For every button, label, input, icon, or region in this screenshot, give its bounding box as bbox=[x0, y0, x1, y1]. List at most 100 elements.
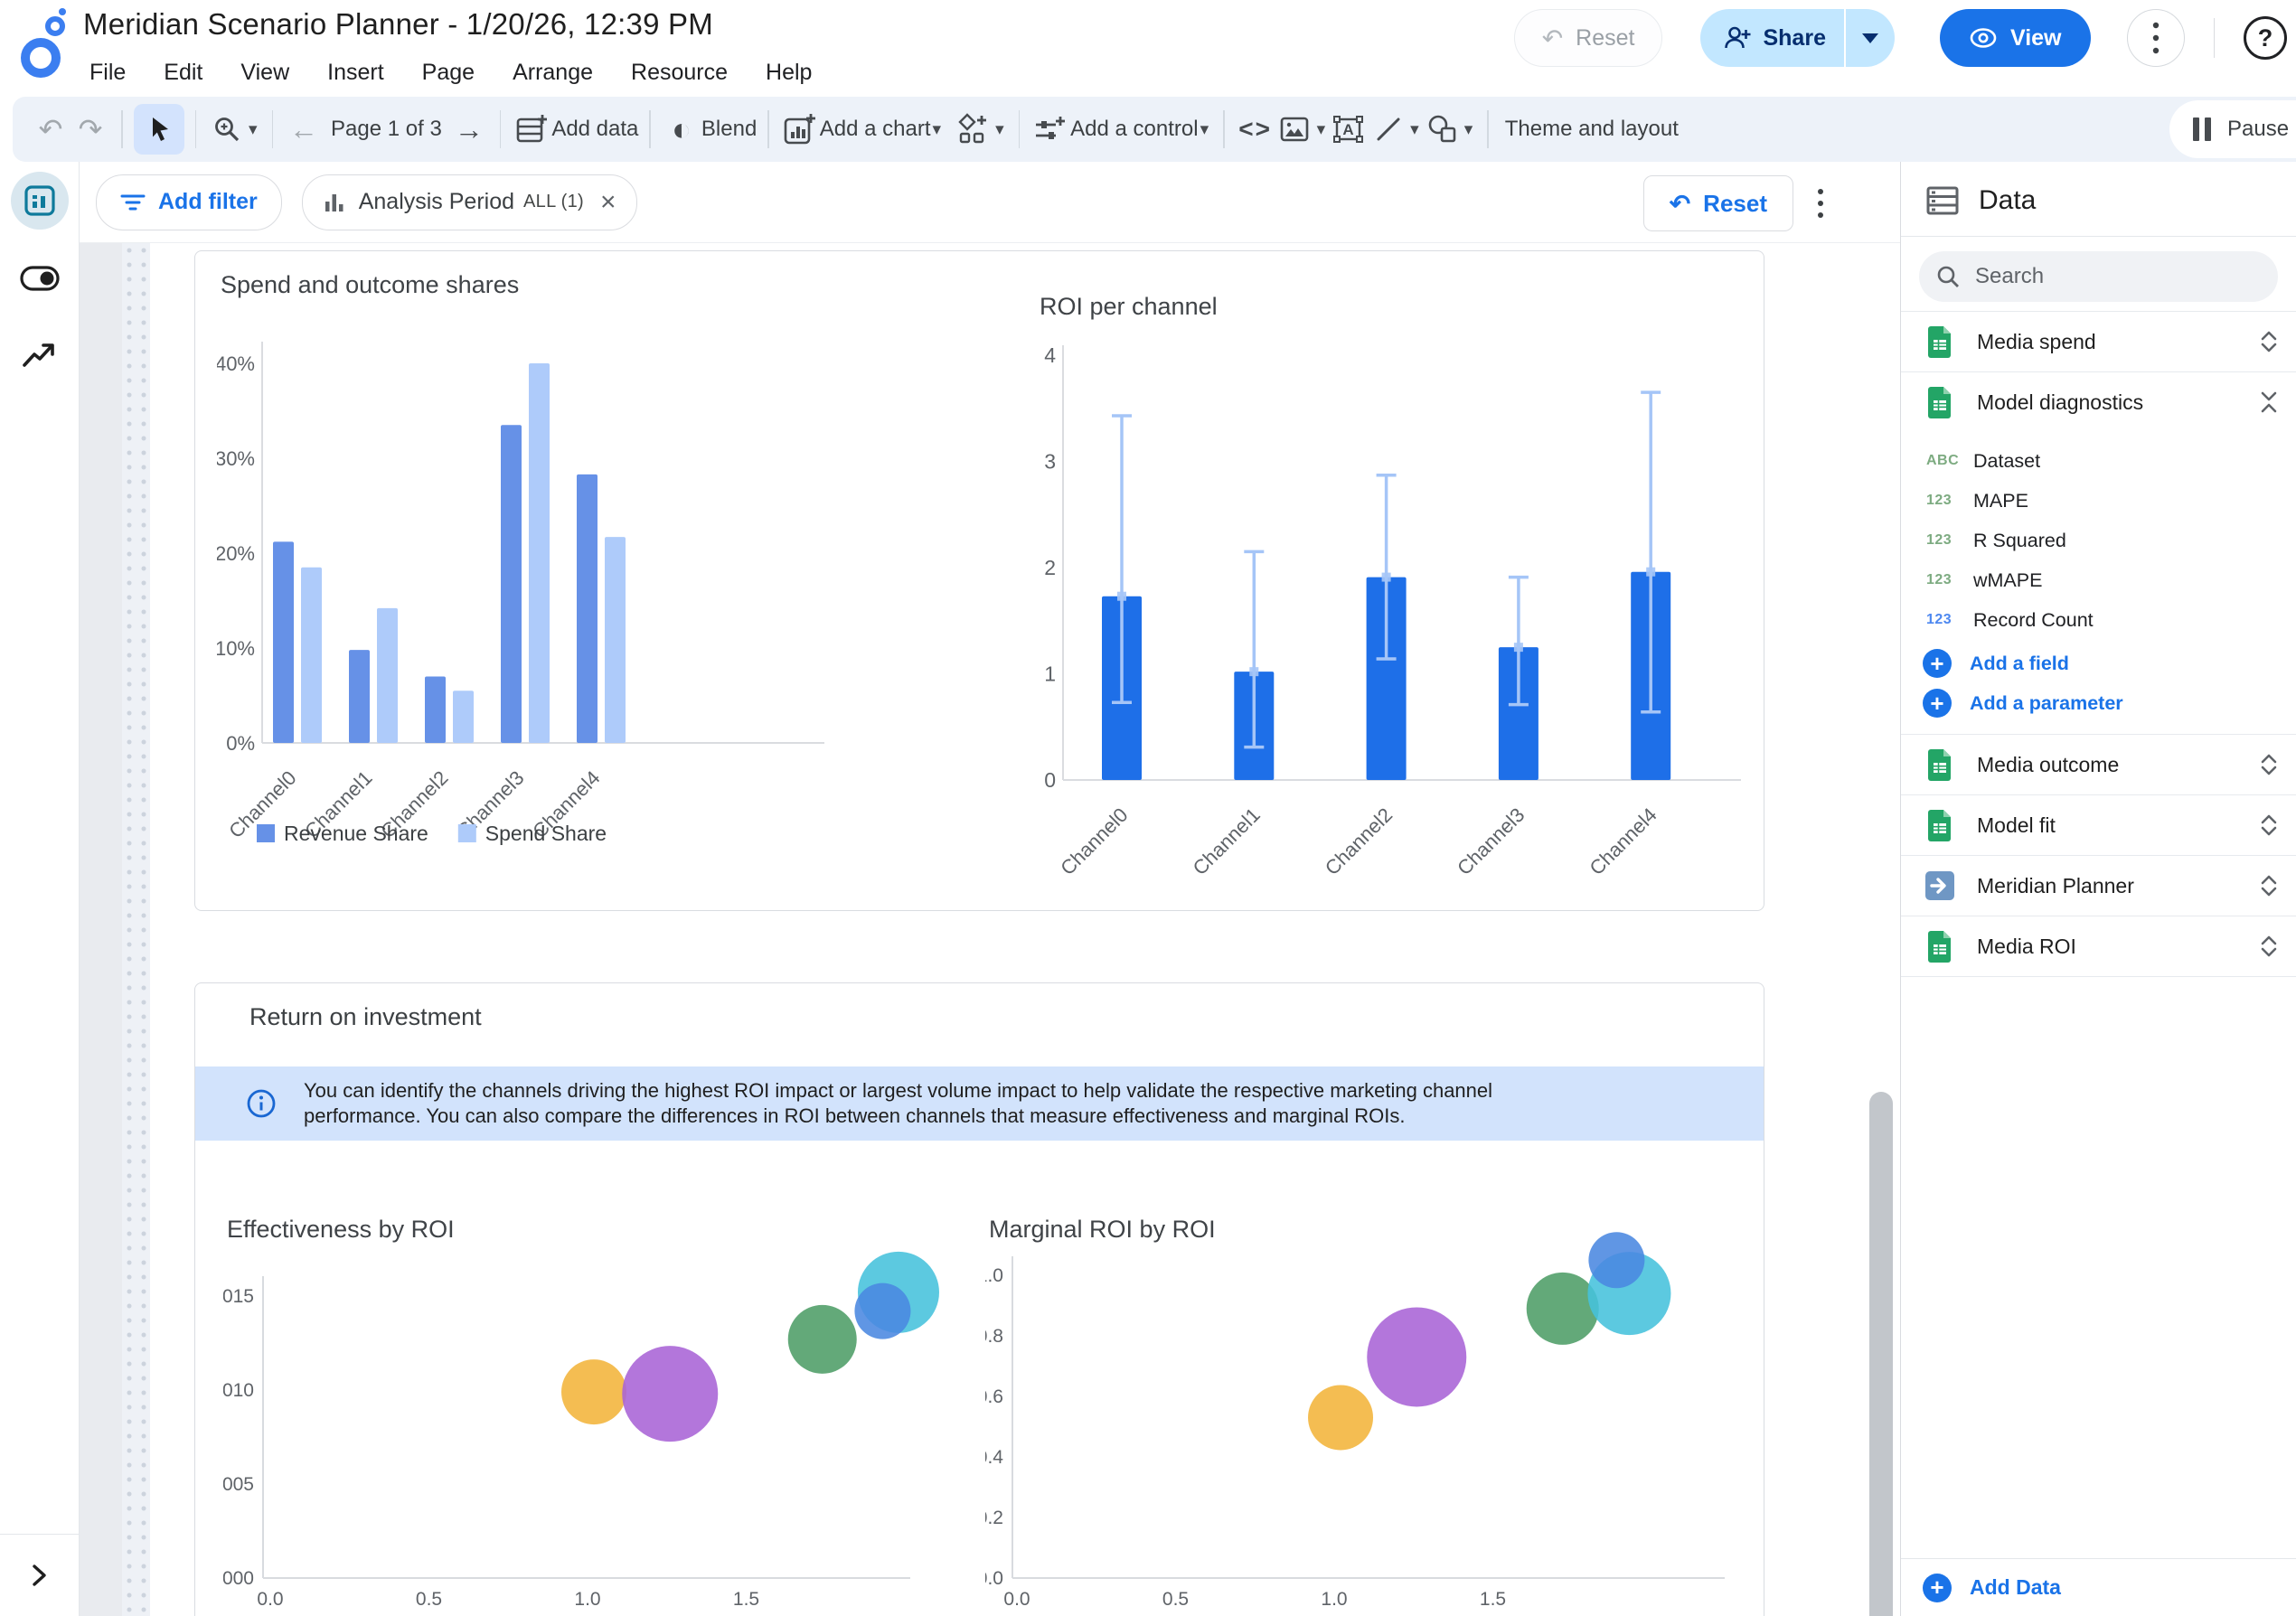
report-title[interactable]: Meridian Scenario Planner - 1/20/26, 12:… bbox=[83, 7, 831, 42]
sort-chevrons-icon[interactable] bbox=[2260, 327, 2278, 356]
menu-item-help[interactable]: Help bbox=[747, 54, 831, 91]
zoom-tool-button[interactable] bbox=[207, 104, 247, 155]
sort-chevrons-icon[interactable] bbox=[2260, 932, 2278, 961]
blend-button[interactable]: Blend bbox=[701, 117, 757, 142]
add-control-icon[interactable] bbox=[1030, 104, 1070, 155]
community-viz-icon[interactable] bbox=[954, 104, 993, 155]
community-viz-caret-icon[interactable]: ▾ bbox=[995, 119, 1004, 140]
bubble-4[interactable] bbox=[1588, 1232, 1644, 1288]
bubble-2[interactable] bbox=[1527, 1273, 1599, 1345]
data-source-meridian-planner[interactable]: Meridian Planner bbox=[1901, 855, 2296, 916]
line-caret-icon[interactable]: ▾ bbox=[1410, 119, 1419, 140]
chart-spend-outcome-shares[interactable]: Spend and outcome shares0%10%20%30%40%Ch… bbox=[217, 266, 850, 885]
data-source-media-outcome[interactable]: Media outcome bbox=[1901, 734, 2296, 794]
page-indicator[interactable]: Page 1 of 3 bbox=[331, 117, 442, 142]
bubble-4[interactable] bbox=[854, 1283, 910, 1339]
bar-Channel3-1[interactable] bbox=[529, 363, 550, 743]
rail-expand-button[interactable] bbox=[0, 1534, 80, 1616]
field-mape[interactable]: 123MAPE bbox=[1901, 481, 2296, 521]
data-source-model-fit[interactable]: Model fit bbox=[1901, 794, 2296, 855]
chart-marginal-roi-by-roi[interactable]: Marginal ROI by ROI0.00.20.40.60.81.00.0… bbox=[985, 1206, 1754, 1616]
bubble-0[interactable] bbox=[561, 1359, 626, 1424]
theme-layout-button[interactable]: Theme and layout bbox=[1505, 117, 1679, 142]
text-box-icon[interactable]: A bbox=[1329, 104, 1369, 155]
field-dataset[interactable]: ABCDataset bbox=[1901, 441, 2296, 481]
image-caret-icon[interactable]: ▾ bbox=[1317, 119, 1326, 140]
menu-item-view[interactable]: View bbox=[221, 54, 308, 91]
line-tool-icon[interactable] bbox=[1369, 104, 1408, 155]
help-button[interactable]: ? bbox=[2244, 16, 2287, 60]
next-page-button[interactable]: → bbox=[449, 104, 489, 155]
share-button[interactable]: Share bbox=[1700, 9, 1894, 67]
rail-trends-tab[interactable] bbox=[0, 317, 80, 395]
rail-controls-tab[interactable] bbox=[0, 240, 80, 317]
analysis-period-chip[interactable]: Analysis Period ALL (1) × bbox=[302, 174, 637, 230]
report-canvas[interactable]: Spend and outcome shares0%10%20%30%40%Ch… bbox=[80, 243, 1900, 1616]
undo-button[interactable]: ↶ bbox=[31, 104, 71, 155]
select-tool-button[interactable] bbox=[134, 104, 184, 155]
data-search-box[interactable] bbox=[1919, 251, 2278, 302]
sort-chevrons-icon[interactable] bbox=[2260, 871, 2278, 900]
share-main[interactable]: Share bbox=[1700, 9, 1843, 67]
zoom-caret-icon[interactable]: ▾ bbox=[249, 119, 258, 140]
menu-item-file[interactable]: File bbox=[71, 54, 145, 91]
add-control-button[interactable]: Add a control bbox=[1070, 117, 1198, 142]
bubble-1[interactable] bbox=[622, 1346, 718, 1442]
bar-Channel0-0[interactable] bbox=[273, 541, 294, 743]
add-filter-button[interactable]: Add filter bbox=[96, 174, 282, 230]
add-a-parameter-button[interactable]: +Add a parameter bbox=[1901, 683, 2296, 723]
menu-item-page[interactable]: Page bbox=[403, 54, 494, 91]
sort-chevrons-icon[interactable] bbox=[2260, 750, 2278, 779]
menu-item-insert[interactable]: Insert bbox=[308, 54, 403, 91]
more-options-button[interactable] bbox=[2127, 9, 2185, 67]
filter-more-options[interactable] bbox=[1817, 187, 1824, 220]
add-data-button[interactable]: Add data bbox=[551, 117, 638, 142]
add-data-icon[interactable] bbox=[512, 104, 551, 155]
menu-item-edit[interactable]: Edit bbox=[145, 54, 221, 91]
sort-chevrons-icon[interactable] bbox=[2260, 811, 2278, 840]
chart-roi-per-channel[interactable]: ROI per channel01234Channel0Channel1Chan… bbox=[1036, 266, 1759, 903]
rail-report-tab[interactable] bbox=[0, 162, 80, 240]
field-record-count[interactable]: 123Record Count bbox=[1901, 600, 2296, 640]
embed-code-icon[interactable]: <> bbox=[1236, 104, 1275, 155]
shape-tool-icon[interactable] bbox=[1423, 104, 1463, 155]
search-input[interactable] bbox=[1973, 263, 2248, 290]
redo-button[interactable]: ↷ bbox=[71, 104, 110, 155]
bar-Channel0-1[interactable] bbox=[301, 568, 322, 743]
bubble-2[interactable] bbox=[788, 1305, 857, 1374]
previous-page-button[interactable]: ← bbox=[284, 104, 324, 155]
shape-caret-icon[interactable]: ▾ bbox=[1464, 119, 1473, 140]
data-source-media-roi[interactable]: Media ROI bbox=[1901, 916, 2296, 976]
bar-Channel4-1[interactable] bbox=[605, 537, 626, 743]
roi-section-card[interactable]: Return on investment You can identify th… bbox=[194, 982, 1764, 1616]
bar-Channel4-0[interactable] bbox=[577, 474, 598, 743]
share-dropdown[interactable] bbox=[1846, 9, 1895, 67]
bar-Channel2-1[interactable] bbox=[453, 691, 474, 743]
bar-Channel3-0[interactable] bbox=[501, 425, 522, 743]
add-chart-button[interactable]: Add a chart bbox=[820, 117, 931, 142]
bar-Channel1-0[interactable] bbox=[349, 650, 370, 743]
charts-card-top[interactable]: Spend and outcome shares0%10%20%30%40%Ch… bbox=[194, 250, 1764, 911]
data-source-model-diagnostics[interactable]: Model diagnostics bbox=[1901, 371, 2296, 432]
add-a-field-button[interactable]: +Add a field bbox=[1901, 644, 2296, 683]
blend-icon[interactable]: ◐ bbox=[662, 104, 701, 155]
bubble-0[interactable] bbox=[1308, 1385, 1373, 1450]
image-icon[interactable] bbox=[1275, 104, 1315, 155]
field-wmape[interactable]: 123wMAPE bbox=[1901, 560, 2296, 600]
menu-item-resource[interactable]: Resource bbox=[612, 54, 747, 91]
add-chart-caret-icon[interactable]: ▾ bbox=[933, 119, 942, 140]
bubble-1[interactable] bbox=[1367, 1307, 1466, 1406]
filter-reset-button[interactable]: ↶ Reset bbox=[1643, 175, 1793, 231]
chart-effectiveness-by-roi[interactable]: Effectiveness by ROI0.0000.0050.0100.015… bbox=[223, 1206, 946, 1616]
field-r-squared[interactable]: 123R Squared bbox=[1901, 521, 2296, 560]
pause-updates-button[interactable]: Pause u bbox=[2169, 100, 2296, 158]
canvas-scrollbar[interactable] bbox=[1869, 1092, 1893, 1616]
bar-Channel1-1[interactable] bbox=[377, 608, 398, 743]
menu-item-arrange[interactable]: Arrange bbox=[494, 54, 612, 91]
add-data-button[interactable]: + Add Data bbox=[1901, 1558, 2296, 1616]
sort-chevrons-icon[interactable] bbox=[2260, 388, 2278, 417]
add-chart-icon[interactable] bbox=[780, 104, 820, 155]
add-control-caret-icon[interactable]: ▾ bbox=[1200, 119, 1209, 140]
view-button[interactable]: View bbox=[1940, 9, 2091, 67]
bar-Channel2-0[interactable] bbox=[425, 677, 446, 744]
